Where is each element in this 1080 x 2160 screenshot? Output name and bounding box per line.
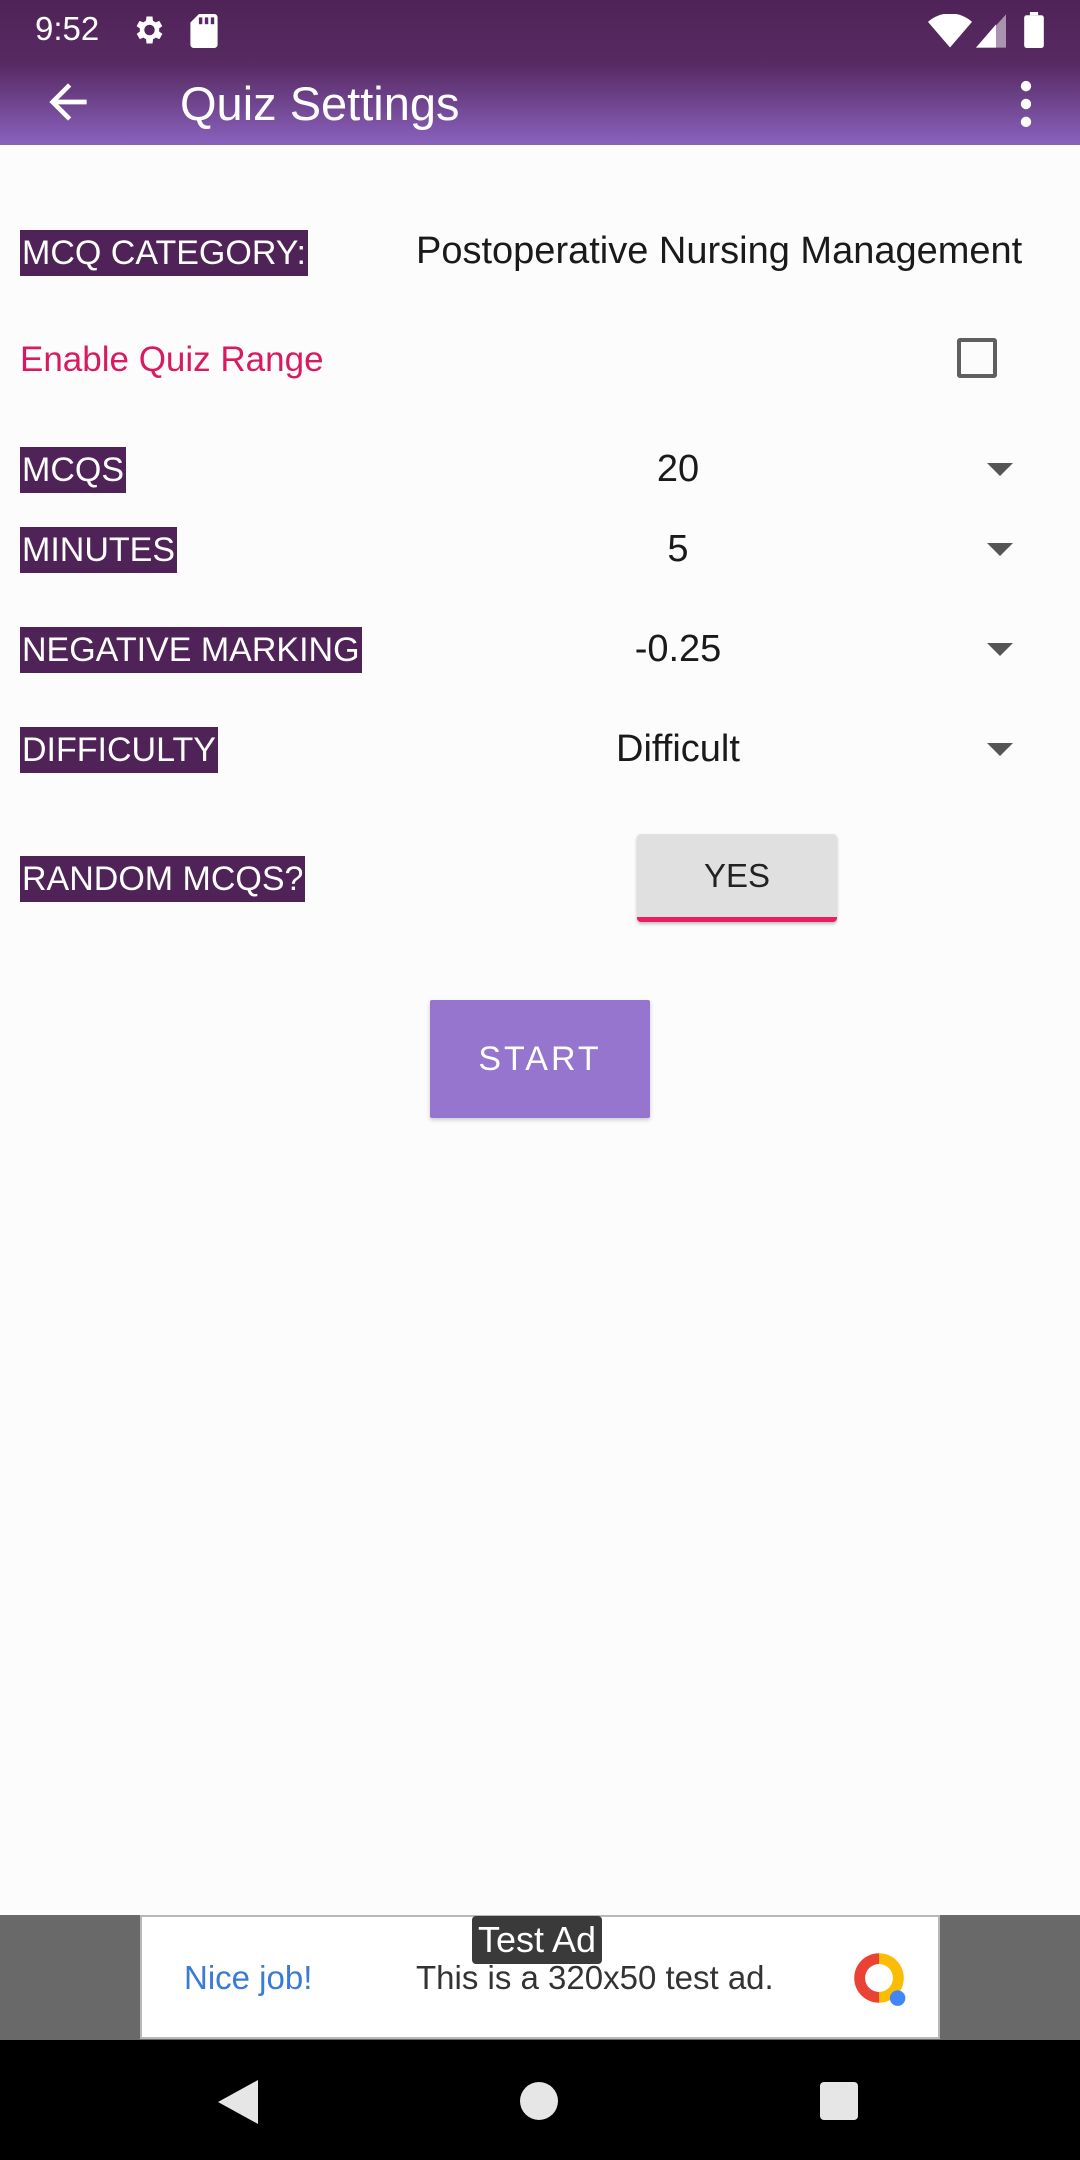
- ad-headline[interactable]: Nice job!: [184, 1959, 312, 1997]
- mcq-category-label: MCQ CATEGORY:: [20, 230, 309, 276]
- quiz-settings-screen: 9:52 Quiz Settings MCQ CATEGORY: Postope…: [0, 0, 1080, 2160]
- settings-gear-icon: [136, 16, 163, 44]
- page-title: Quiz Settings: [180, 77, 460, 130]
- system-navigation-bar: [0, 2040, 1080, 2160]
- minutes-label: MINUTES: [20, 527, 177, 573]
- status-time: 9:52: [35, 10, 100, 47]
- back-arrow-icon[interactable]: [40, 74, 96, 130]
- enable-quiz-range-label[interactable]: Enable Quiz Range: [20, 340, 324, 380]
- random-mcqs-toggle-button[interactable]: YES: [637, 834, 837, 922]
- random-mcqs-label: RANDOM MCQS?: [20, 856, 306, 902]
- difficulty-dropdown-arrow-icon[interactable]: [987, 743, 1013, 756]
- negative-marking-label: NEGATIVE MARKING: [20, 627, 362, 673]
- battery-icon: [1024, 12, 1044, 48]
- nav-back-icon[interactable]: [218, 2080, 258, 2124]
- toolbar: Quiz Settings: [0, 60, 1080, 145]
- mcqs-label: MCQS: [20, 447, 126, 493]
- minutes-spinner-value[interactable]: 5: [520, 528, 836, 571]
- minutes-dropdown-arrow-icon[interactable]: [987, 543, 1013, 556]
- app-header: 9:52 Quiz Settings: [0, 0, 1080, 145]
- start-button[interactable]: START: [430, 1000, 650, 1118]
- ad-body-text[interactable]: This is a 320x50 test ad.: [416, 1959, 774, 1997]
- mcqs-dropdown-arrow-icon[interactable]: [987, 463, 1013, 476]
- difficulty-label: DIFFICULTY: [20, 727, 218, 773]
- negative-marking-spinner-value[interactable]: -0.25: [520, 628, 836, 671]
- test-ad-badge: Test Ad: [472, 1916, 603, 1964]
- ad-logo-icon[interactable]: [848, 1947, 910, 2009]
- cell-signal-icon: [976, 14, 1006, 48]
- overflow-menu-icon[interactable]: [1004, 78, 1048, 130]
- nav-recents-icon[interactable]: [820, 2082, 858, 2120]
- mcq-category-value: Postoperative Nursing Management: [416, 230, 1023, 272]
- enable-quiz-range-checkbox[interactable]: [957, 338, 997, 378]
- status-bar: 9:52: [0, 0, 1080, 60]
- wifi-icon: [928, 14, 972, 48]
- sd-card-icon: [190, 14, 218, 48]
- negative-marking-dropdown-arrow-icon[interactable]: [987, 643, 1013, 656]
- mcqs-spinner-value[interactable]: 20: [520, 448, 836, 491]
- nav-home-icon[interactable]: [520, 2082, 558, 2120]
- difficulty-spinner-value[interactable]: Difficult: [520, 728, 836, 771]
